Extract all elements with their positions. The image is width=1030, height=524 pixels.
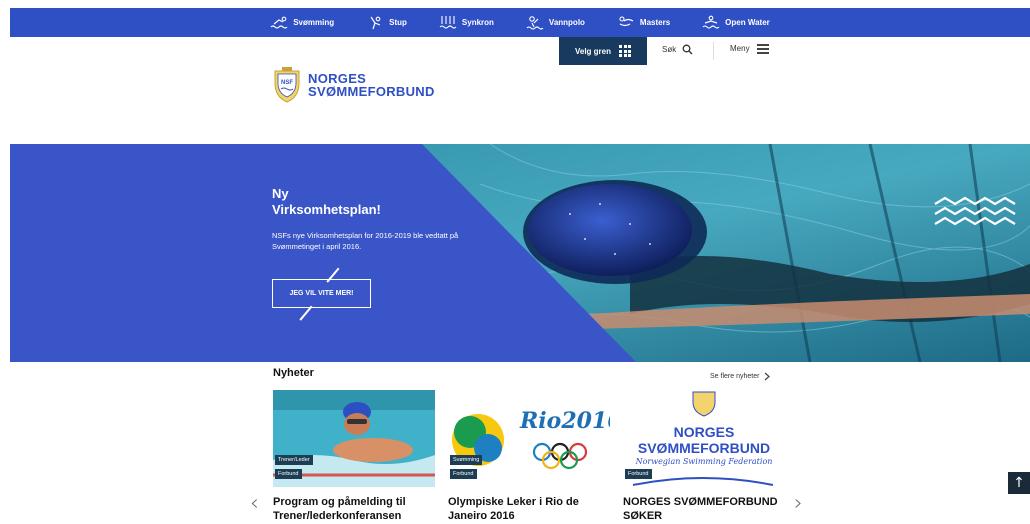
waterpolo-icon — [526, 15, 544, 30]
rio-logo-text: Rio2016 — [519, 408, 610, 434]
page-frame: Svømming Stup Synkron Vannpolo Masters O… — [10, 8, 1030, 524]
nsf-logo-line-1: NORGES — [674, 424, 735, 440]
nsf-logo-line-2: SVØMMEFORBUND — [638, 440, 770, 456]
carousel-next-button[interactable]: › — [794, 491, 803, 516]
hero-background-image — [10, 144, 1030, 362]
hamburger-icon — [756, 44, 769, 54]
search-button[interactable]: Søk — [662, 44, 693, 55]
velg-gren-label: Velg gren — [574, 46, 611, 56]
sport-link-synkron[interactable]: Synkron — [423, 8, 510, 37]
tag-badge[interactable]: Forbund — [625, 469, 652, 479]
hero-banner: Ny Virksomhetsplan! NSFs nye Virksomhets… — [10, 144, 1030, 362]
sport-label: Masters — [639, 18, 671, 27]
svg-text:NSF: NSF — [281, 80, 293, 86]
tag-badge[interactable]: Svømming — [450, 455, 483, 465]
hero-title-line-2: Virksomhetsplan! — [272, 202, 381, 217]
sport-navigation-bar: Svømming Stup Synkron Vannpolo Masters O… — [10, 8, 1030, 37]
hero-description: NSFs nye Virksomhetsplan for 2016-2019 b… — [272, 231, 459, 251]
news-card-title[interactable]: NORGES SVØMMEFORBUND SØKER — [623, 495, 785, 523]
tag-badge[interactable]: Forbund — [450, 469, 477, 479]
chevron-right-icon — [765, 372, 771, 381]
see-more-news-link[interactable]: Se flere nyheter — [710, 372, 771, 381]
tag-badge[interactable]: Trener/Leder — [275, 455, 313, 465]
news-card-title[interactable]: Olympiske Leker i Rio de Janeiro 2016 — [448, 495, 610, 523]
news-heading: Nyheter — [273, 367, 314, 379]
sport-label: Synkron — [461, 18, 494, 27]
openwater-icon — [702, 15, 720, 29]
chevron-right-icon: › — [794, 491, 803, 516]
news-card-image: NORGES SVØMMEFORBUND Norwegian Swimming … — [623, 390, 785, 487]
swimmer-icon — [270, 16, 288, 29]
hero-title: Ny Virksomhetsplan! — [272, 186, 381, 218]
site-logo[interactable]: NSF NORGES SVØMMEFORBUND — [273, 67, 435, 103]
arrow-up-icon: ↑ — [1013, 475, 1025, 491]
news-card-title[interactable]: Program og påmelding til Trener/lederkon… — [273, 495, 435, 523]
news-card[interactable]: Rio2016 Svømming Forbund Olympiske Leker… — [448, 390, 610, 523]
masters-icon — [619, 15, 634, 26]
grid-icon — [619, 45, 631, 57]
scroll-to-top-button[interactable]: ↑ — [1008, 472, 1030, 494]
news-card-image: Trener/Leder Forbund — [273, 390, 435, 487]
sport-link-stup[interactable]: Stup — [350, 8, 423, 37]
sport-link-masters[interactable]: Masters — [601, 8, 686, 37]
menu-button[interactable]: Meny — [730, 44, 769, 54]
tag-badge[interactable]: Forbund — [275, 469, 302, 479]
sport-label: Vannpolo — [548, 18, 585, 27]
nsf-crest-icon: NSF — [274, 67, 300, 103]
news-card[interactable]: NORGES SVØMMEFORBUND Norwegian Swimming … — [623, 390, 785, 523]
card-tags: Svømming Forbund — [450, 455, 483, 479]
diver-icon — [370, 16, 381, 29]
see-more-label: Se flere nyheter — [710, 373, 760, 380]
chevron-left-icon: ‹ — [250, 491, 259, 516]
sport-link-svomming[interactable]: Svømming — [254, 8, 350, 37]
hero-title-line-1: Ny — [272, 186, 289, 201]
sport-link-vannpolo[interactable]: Vannpolo — [510, 8, 601, 37]
nsf-logo-subtitle: Norwegian Swimming Federation — [635, 457, 773, 466]
search-label: Søk — [662, 45, 677, 54]
card-tags: Forbund — [625, 469, 652, 479]
sport-label: Stup — [389, 18, 407, 27]
site-header: Velg gren Søk Meny NSF NORGES SVØMMEFORB… — [10, 37, 1030, 144]
sport-label: Svømming — [293, 18, 335, 27]
card-tags: Trener/Leder Forbund — [275, 455, 313, 479]
logo-line-2: SVØMMEFORBUND — [308, 84, 435, 99]
header-divider — [713, 42, 714, 60]
hero-cta-button[interactable]: JEG VIL VITE MER! — [272, 279, 371, 308]
news-card-image: Rio2016 Svømming Forbund — [448, 390, 610, 487]
velg-gren-button[interactable]: Velg gren — [559, 37, 647, 65]
sport-label: Open Water — [725, 18, 770, 27]
sport-link-open-water[interactable]: Open Water — [686, 8, 786, 37]
synchro-icon — [439, 15, 457, 29]
menu-label: Meny — [730, 44, 750, 54]
news-card[interactable]: Trener/Leder Forbund Program og påmeldin… — [273, 390, 435, 523]
search-icon — [682, 44, 693, 55]
carousel-prev-button[interactable]: ‹ — [250, 491, 259, 516]
